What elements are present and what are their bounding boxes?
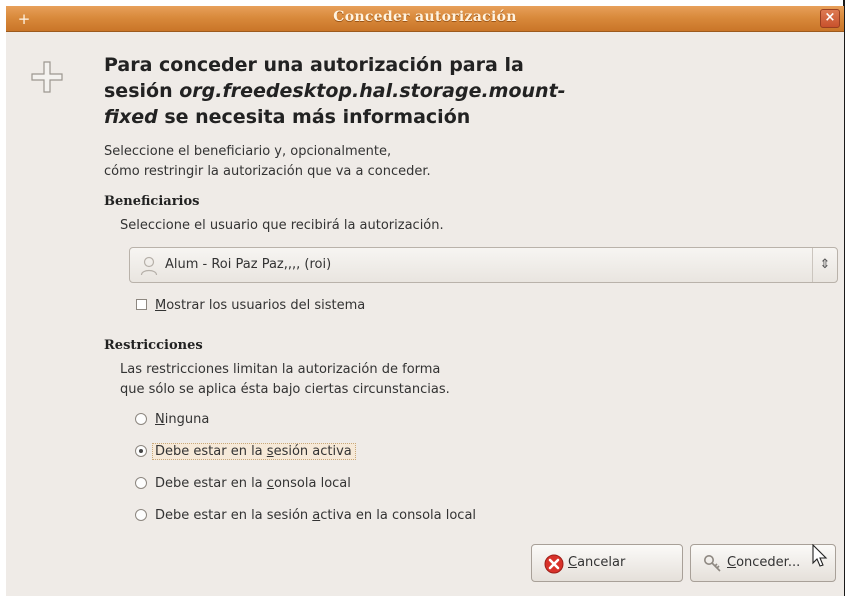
window-titlebar[interactable]: + Conceder autorización × (6, 6, 844, 32)
close-icon[interactable]: × (820, 9, 840, 28)
radio-option-active-session-local-console[interactable]: Debe estar en la sesión activa en la con… (135, 504, 476, 528)
heading-line-3: fixed se necesita más información (104, 106, 471, 128)
user-select[interactable]: Alum - Roi Paz Paz,,,, (roi) ⇕ (129, 247, 838, 283)
window-title: Conceder autorización (333, 9, 517, 25)
restrictions-subtitle: Las restricciones limitan la autorizació… (120, 362, 450, 397)
selected-user: Alum - Roi Paz Paz,,,, (roi) (165, 257, 332, 272)
updown-arrows-icon[interactable]: ⇕ (812, 248, 837, 282)
key-icon (704, 555, 721, 572)
authorization-dialog: Para conceder una autorización para la s… (6, 32, 844, 596)
heading-line-1: Para conceder una autorización para la (104, 54, 524, 76)
cancel-icon (544, 554, 564, 574)
intro-text: Seleccione el beneficiario y, opcionalme… (104, 144, 431, 179)
checkbox-box[interactable] (136, 299, 147, 310)
radio-button[interactable] (135, 477, 147, 489)
radio-button-selected[interactable] (135, 445, 147, 457)
beneficiaries-subtitle: Seleccione el usuario que recibirá la au… (120, 218, 444, 233)
radio-option-local-console[interactable]: Debe estar en la consola local (135, 472, 351, 496)
plus-icon (31, 61, 63, 93)
restrictions-title: Restricciones (104, 338, 203, 353)
user-icon (140, 256, 158, 276)
cancel-button[interactable]: Cancelar (531, 544, 683, 582)
radio-option-active-session[interactable]: Debe estar en la sesión activa (135, 440, 356, 464)
mouse-pointer-icon (812, 544, 828, 567)
beneficiaries-title: Beneficiarios (104, 194, 200, 209)
radio-option-none[interactable]: Ninguna (135, 408, 209, 432)
radio-button[interactable] (135, 413, 147, 425)
heading-line-2: sesión org.freedesktop.hal.storage.mount… (104, 80, 566, 102)
show-system-users-checkbox[interactable]: Mostrar los usuarios del sistema (136, 298, 365, 313)
dialog-heading: Para conceder una autorización para la s… (104, 52, 664, 130)
session-name: org.freedesktop.hal.storage.mount- (179, 80, 566, 102)
radio-button[interactable] (135, 509, 147, 521)
